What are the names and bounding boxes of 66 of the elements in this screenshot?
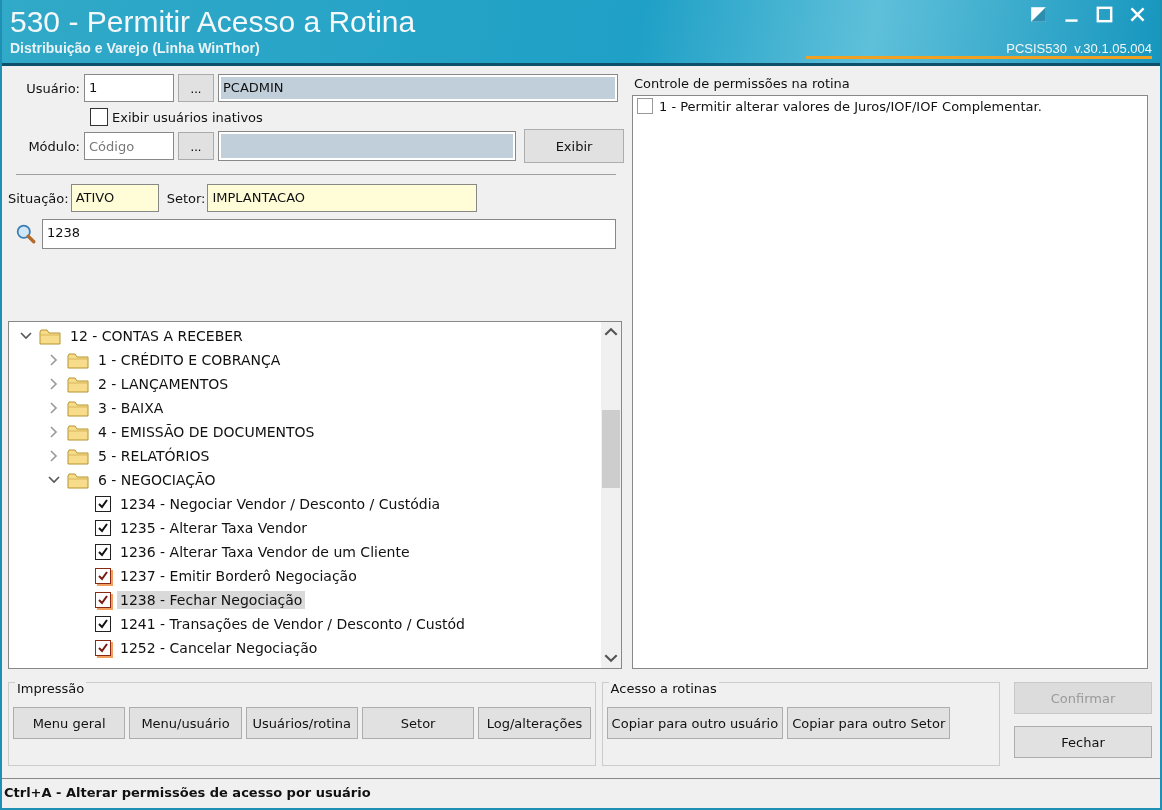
tree-item[interactable]: 6 - NEGOCIAÇÃO: [95, 471, 219, 489]
tree-item[interactable]: 3 - BAIXA: [95, 399, 167, 417]
folder-icon: [67, 447, 89, 465]
tree-item[interactable]: 1241 - Transações de Vendor / Desconto / Custód: [117, 615, 468, 633]
field-label: Setor:: [166, 190, 206, 206]
checkbox[interactable]: [95, 568, 111, 584]
field-label: Usuário:: [25, 80, 80, 96]
exibir-button[interactable]: Exibir: [524, 129, 624, 163]
checkbox[interactable]: [637, 98, 653, 114]
folder-icon: [39, 327, 61, 345]
status-field[interactable]: ATIVO: [70, 184, 159, 212]
user-name-field[interactable]: PCADMIN: [218, 74, 618, 102]
checkbox[interactable]: [95, 496, 111, 512]
print-button[interactable]: Setor: [362, 707, 475, 739]
print-button[interactable]: Copiar para outro Setor: [787, 707, 951, 739]
checkbox-label: Exibir usuários inativos: [112, 109, 263, 125]
action-button[interactable]: Fechar: [1014, 726, 1152, 758]
tree-item[interactable]: 1238 - Fechar Negociação: [117, 591, 306, 609]
tree-item[interactable]: 1236 - Alterar Taxa Vendor de um Cliente: [117, 543, 413, 561]
window-title: 530 - Permitir Acesso a Rotina: [10, 4, 416, 40]
scroll-thumb[interactable]: [602, 410, 620, 488]
group-title: Impressão: [15, 681, 87, 696]
permission-item: 1 - Permitir alterar valores de Juros/IOF/IOF Complementar.: [659, 98, 1042, 114]
panel-title: Controle de permissões na rotina: [633, 75, 851, 93]
sector-field[interactable]: IMPLANTACAO: [207, 184, 478, 212]
lookup-button[interactable]: ...: [178, 132, 214, 160]
checkbox[interactable]: [95, 616, 111, 632]
print-button[interactable]: Copiar para outro usuário: [606, 707, 784, 739]
folder-icon: [67, 423, 89, 441]
folder-icon: [67, 351, 89, 369]
close-icon[interactable]: [1129, 6, 1146, 23]
user-code-field[interactable]: 1: [84, 74, 174, 102]
search-icon: [16, 224, 36, 244]
folder-icon: [67, 375, 89, 393]
restore-icon[interactable]: [1030, 6, 1047, 23]
group-title: Acesso a rotinas: [608, 681, 719, 696]
field-label: Situação:: [8, 190, 69, 206]
checkbox[interactable]: [95, 544, 111, 560]
tree-item[interactable]: 1237 - Emitir Borderô Negociação: [117, 567, 360, 585]
print-button[interactable]: Log/alterações: [478, 707, 591, 739]
tree-item[interactable]: 1234 - Negociar Vendor / Desconto / Custódia: [117, 495, 444, 513]
tree-item[interactable]: 12 - CONTAS A RECEBER: [67, 327, 246, 345]
lookup-button[interactable]: ...: [178, 74, 214, 102]
checkbox[interactable]: [95, 640, 111, 656]
module-name-field[interactable]: [218, 131, 516, 161]
tree-item[interactable]: 1235 - Alterar Taxa Vendor: [117, 519, 310, 537]
field-label: Módulo:: [27, 138, 80, 154]
tree-item[interactable]: 1252 - Cancelar Negociação: [117, 639, 321, 657]
maximize-icon[interactable]: [1096, 6, 1113, 23]
scrollbar[interactable]: [601, 322, 621, 668]
search-field[interactable]: 1238: [42, 219, 616, 249]
tree-item[interactable]: 2 - LANÇAMENTOS: [95, 375, 232, 393]
version-label: PCSIS530 v.30.1.05.004: [806, 41, 1152, 59]
tree-item[interactable]: 1 - CRÉDITO E COBRANÇA: [95, 351, 284, 369]
print-button[interactable]: Menu/usuário: [129, 707, 242, 739]
folder-icon: [67, 399, 89, 417]
checkbox[interactable]: [95, 520, 111, 536]
folder-icon: [67, 471, 89, 489]
window-subtitle: Distribuição e Varejo (Linha WinThor): [10, 40, 261, 56]
print-button[interactable]: Usuários/rotina: [245, 707, 358, 739]
checkbox[interactable]: [90, 108, 108, 126]
module-code-field[interactable]: Código: [84, 132, 174, 160]
tree-item[interactable]: 5 - RELATÓRIOS: [95, 447, 213, 465]
tree-item[interactable]: 4 - EMISSÃO DE DOCUMENTOS: [95, 423, 318, 441]
print-button[interactable]: Menu geral: [13, 707, 126, 739]
checkbox[interactable]: [95, 592, 111, 608]
